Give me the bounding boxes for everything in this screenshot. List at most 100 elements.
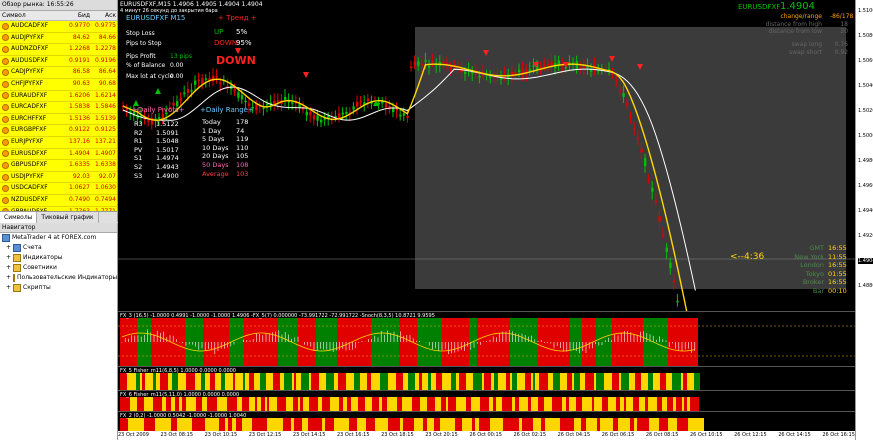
daily-pivots-title: +Daily Pivots+ xyxy=(132,106,185,114)
signal-bar xyxy=(322,418,325,431)
signal-bar xyxy=(293,397,298,411)
indicator-2-label: FX_5 Fisher_m11(6,8,5) 1.0000 0.0000 0.0… xyxy=(120,368,236,374)
market-watch-row[interactable]: EURAUDFXF 1.6206 1.6214 xyxy=(0,90,117,103)
expand-icon[interactable]: + xyxy=(6,263,11,273)
time-tick: 26 Oct 12:15 xyxy=(734,432,767,438)
expand-icon[interactable]: + xyxy=(6,243,11,253)
signal-bar xyxy=(296,373,301,390)
row-bid: 1.2268 xyxy=(69,45,90,53)
market-watch-row[interactable]: USDCADFXF 1.0627 1.0630 xyxy=(0,183,117,195)
pivot-label: S3 xyxy=(134,171,143,180)
indicator-3-label: FX_6 Fisher_m11(5,11,0) 1.0000 0.0000 0.… xyxy=(120,392,240,398)
expand-icon[interactable]: + xyxy=(6,283,11,293)
market-watch-row[interactable]: EURGBPFXF 0.9122 0.9125 xyxy=(0,125,117,137)
market-watch-row[interactable]: EURCHFFXF 1.5136 1.5139 xyxy=(0,113,117,126)
signal-bar xyxy=(379,397,382,411)
tab-tick-chart[interactable]: Тиковый график xyxy=(37,212,99,223)
stat-label: swap short xyxy=(789,48,822,56)
market-watch-row[interactable]: AUDJPYFXF 84.62 84.66 xyxy=(0,32,117,45)
candle-body xyxy=(622,93,625,97)
signal-bar xyxy=(634,418,637,431)
currency-icon xyxy=(2,69,9,77)
pivot-label: PV xyxy=(134,145,143,154)
currency-icon xyxy=(2,173,9,181)
market-watch-row[interactable]: CADJPYFXF 86.58 86.64 xyxy=(0,67,117,79)
signal-bar xyxy=(442,373,451,390)
signal-bar xyxy=(456,397,466,411)
market-watch-row[interactable]: CHFJPYFXF 90.63 90.68 xyxy=(0,78,117,91)
navigator-root[interactable]: MetaTrader 4 at FOREX.com xyxy=(0,233,117,243)
candle-body xyxy=(428,66,431,68)
navigator-experts[interactable]: + Советники xyxy=(0,263,117,273)
ask-column-header[interactable]: Аск xyxy=(91,11,116,20)
navigator-indicators[interactable]: + Индикаторы xyxy=(0,253,117,263)
row-bid: 90.63 xyxy=(72,79,90,87)
signal-bar xyxy=(326,373,334,390)
signal-bar xyxy=(688,418,704,431)
indicator-pane-3[interactable]: FX_6 Fisher_m11(5,11,0) 1.0000 0.0000 0.… xyxy=(118,390,855,412)
pct-balance-value: 0.00 xyxy=(170,62,184,69)
market-watch-row[interactable]: EURCADFXF 1.5838 1.5846 xyxy=(0,102,117,114)
signal-bar xyxy=(621,373,629,390)
pivot-label: R3 xyxy=(134,120,143,128)
signal-bar xyxy=(205,373,210,390)
range-row: 1 Day 74 xyxy=(202,127,248,136)
market-watch-row[interactable]: EURJPYFXF 137.16 137.21 xyxy=(0,136,117,149)
symbol-column-header[interactable]: Символ xyxy=(0,11,64,20)
signal-bar xyxy=(311,373,319,390)
row-symbol: NZDUSDFXF xyxy=(0,195,64,206)
bid-column-header[interactable]: Бид xyxy=(64,11,91,20)
market-watch-row[interactable]: AUDNZDFXF 1.2268 1.2278 xyxy=(0,44,117,56)
fast-ma-line xyxy=(122,63,688,311)
signal-bar xyxy=(349,418,357,431)
signal-bar xyxy=(626,397,633,411)
signal-bar xyxy=(249,397,255,411)
signal-bar xyxy=(322,397,330,411)
market-watch-row[interactable]: NZDUSDFXF 0.7490 0.7494 xyxy=(0,194,117,207)
signal-bar xyxy=(673,397,676,411)
stat-label: distance from high xyxy=(765,20,822,28)
signal-bar xyxy=(566,397,569,411)
candle-body xyxy=(392,107,395,113)
sell-arrow-icon xyxy=(609,56,615,62)
signal-bar xyxy=(657,397,662,411)
candle-body xyxy=(654,200,658,203)
currency-icon xyxy=(2,34,9,42)
indicator-pane-1[interactable]: FX_3 (16,5) -1.0000 0.4991 -1.0000 -1.00… xyxy=(118,311,855,367)
expand-icon[interactable]: + xyxy=(6,273,11,283)
pivot-label: S1 xyxy=(134,154,143,163)
signal-bar xyxy=(473,373,482,390)
range-row: 5 Days 119 xyxy=(202,135,248,144)
time-tick: 23 Oct 20:15 xyxy=(425,432,458,438)
signal-bar xyxy=(225,373,233,390)
currency-icon xyxy=(2,22,9,30)
candle-body xyxy=(194,80,197,85)
signal-bar xyxy=(160,373,168,390)
market-watch-row[interactable]: GBPUSDFXF 1.6335 1.6338 xyxy=(0,160,117,172)
signal-bar xyxy=(472,418,475,431)
market-watch-row[interactable]: AUDCADFXF 0.9770 0.9775 xyxy=(0,21,117,33)
signal-bar xyxy=(535,373,539,390)
candle-body xyxy=(647,179,650,181)
symbol-text: EURUSDFXF xyxy=(11,149,48,157)
indicator-pane-4[interactable]: FX_2 (0,2) -1.0000 0.5042 -1.0000 -1.000… xyxy=(118,411,855,432)
time-tick: 23 Oct 16:15 xyxy=(336,432,370,438)
navigator-custom-indicators[interactable]: + Пользовательские Индикаторы xyxy=(0,273,117,283)
market-watch-row[interactable]: EURUSDFXF 1.4904 1.4907 xyxy=(0,148,117,161)
market-watch-row[interactable]: USDJPYFXF 92.03 92.07 xyxy=(0,171,117,184)
signal-bar xyxy=(142,373,145,390)
navigator-scripts[interactable]: + Скрипты xyxy=(0,283,117,293)
indicator-pane-2[interactable]: FX_5 Fisher_m11(6,8,5) 1.0000 0.0000 0.0… xyxy=(118,366,855,391)
candle-body xyxy=(276,100,280,102)
navigator-accounts[interactable]: + Счета xyxy=(0,243,117,253)
candle-body xyxy=(356,101,359,107)
expand-icon[interactable]: + xyxy=(6,253,11,263)
tab-symbols[interactable]: Символы xyxy=(0,212,38,223)
price-tick: 1.5060 xyxy=(858,58,873,64)
row-symbol: EURGBPFXF xyxy=(0,125,64,136)
row-bid: 1.6335 xyxy=(69,161,90,169)
market-watch-row[interactable]: AUDUSDFXF 0.9191 0.9196 xyxy=(0,55,117,68)
price-tick: 1.4940 xyxy=(858,208,873,214)
signal-bar xyxy=(203,318,229,366)
price-chart[interactable]: EURUSDFXF,M15 1.4906 1.4905 1.4904 1.490… xyxy=(118,0,855,311)
